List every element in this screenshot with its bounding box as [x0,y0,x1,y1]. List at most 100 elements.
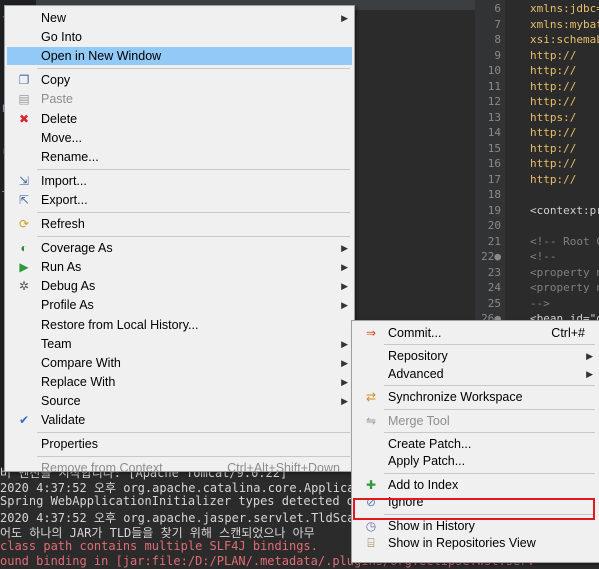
line-number: 18 [487,188,501,201]
paste-icon: ▤ [18,92,30,107]
code-line: <property n [530,281,599,294]
menu-item-label: Coverage As [41,241,113,256]
menu-item-new[interactable]: New ▶ [7,9,352,27]
menu-separator [384,408,595,410]
xml-editor[interactable]: 6 xmlns:jdbc= 7 xmlns:mybat 8 xsi:schemaL 9 ht… [475,0,599,325]
code-line: http:// [530,64,577,77]
menu-item-team[interactable]: Team ▶ [7,335,352,353]
menu-item-label: New [41,11,67,25]
submenu-arrow-icon: ▶ [341,357,348,368]
code-line: <property n [530,265,599,279]
submenu-arrow-icon: ▶ [341,281,348,292]
menu-item-label: Profile As [41,298,94,313]
menu-item-label: Show in Repositories View [388,536,536,550]
menu-item-run-as[interactable]: ▶ Run As ▶ [7,258,352,276]
line-number: 6 [494,2,501,15]
line-number: 22● [481,250,501,263]
menu-item-commit[interactable]: ⇒ Commit... Ctrl+# [354,324,597,342]
menu-item-label: Replace With [41,374,116,389]
code-line: http:// [530,95,577,108]
menu-item-label: Merge Tool [388,413,450,428]
menu-item-properties[interactable]: Properties [7,435,352,453]
menu-item-apply-patch[interactable]: Apply Patch... [354,452,597,470]
menu-item-copy[interactable]: ❐ Copy [7,71,352,89]
menu-separator [37,168,350,170]
menu-item-create-patch[interactable]: Create Patch... [354,435,597,453]
code-line: http:// [530,48,577,62]
code-line: <!-- [530,250,557,263]
menu-item-go-into[interactable]: Go Into [7,28,352,46]
copy-icon: ❐ [18,73,30,88]
menu-separator [37,68,350,70]
line-number: 15 [487,141,501,155]
menu-item-label: Synchronize Workspace [388,390,523,405]
menu-item-restore-from-local-history[interactable]: Restore from Local History... [7,316,352,334]
menu-item-label: Repository [388,349,448,364]
menu-item-label: Rename... [41,149,99,164]
menu-item-label: Validate [41,413,86,427]
menu-item-repository[interactable]: Repository ▶ [354,347,597,365]
menu-item-merge-tool[interactable]: ⇋ Merge Tool [354,412,597,430]
menu-item-validate[interactable]: ✔ Validate [7,411,352,429]
shortcut-label: Ctrl+Alt+Shift+Down [227,461,340,476]
menu-item-add-to-index[interactable]: ✚ Add to Index [354,476,597,494]
commit-icon: ⇒ [365,326,377,340]
menu-item-compare-with[interactable]: Compare With ▶ [7,354,352,372]
line-number: 10 [487,64,501,77]
menu-item-label: Source [41,393,81,408]
menu-item-label: Paste [41,92,73,107]
menu-item-label: Refresh [41,217,85,231]
code-line: https:/ [530,110,577,124]
menu-item-label: Advanced [388,366,444,381]
line-number: 16 [487,157,501,170]
menu-item-debug-as[interactable]: ✲ Debug As ▶ [7,277,352,295]
line-number: 19 [487,203,501,217]
submenu-arrow-icon: ▶ [341,395,348,406]
line-number: 21 [487,234,501,248]
code-line: http:// [530,79,577,93]
console-line: 2020 4:37:52 오후 org.apache.jasper.servle… [0,511,384,525]
menu-item-label: Commit... [388,326,442,340]
code-line: <context:pr [530,203,599,217]
menu-item-paste[interactable]: ▤ Paste [7,90,352,108]
menu-item-coverage-as[interactable]: ◐ Coverage As ▶ [7,239,352,257]
menu-item-rename[interactable]: Rename... [7,148,352,166]
menu-item-refresh[interactable]: ⟳ Refresh [7,215,352,233]
submenu-arrow-icon: ▶ [341,243,348,254]
menu-item-label: Apply Patch... [388,454,466,469]
menu-item-import[interactable]: ⇲ Import... [7,172,352,190]
console-line: 어도 하나의 JAR가 TLD들을 찾기 위해 스캔되었으나 아무 [0,526,315,540]
code-line: http:// [530,157,577,170]
menu-item-profile-as[interactable]: Profile As ▶ [7,296,352,314]
menu-item-open-in-new-window[interactable]: Open in New Window [7,47,352,66]
menu-item-advanced[interactable]: Advanced ▶ [354,365,597,383]
menu-item-source[interactable]: Source ▶ [7,392,352,410]
ignore-highlight-box [353,498,595,520]
line-number: 24 [487,281,501,294]
menu-item-label: Remove from Context [41,461,163,476]
menu-item-move[interactable]: Move... [7,129,352,147]
code-line: http:// [530,126,577,139]
menu-separator [37,432,350,434]
team-submenu: ⇒ Commit... Ctrl+# Repository ▶ Advanced ▶ ⇄ Syn… [351,320,599,563]
debug-icon: ✲ [18,279,30,294]
menu-separator [384,385,595,387]
line-number: 7 [494,17,501,31]
menu-item-export[interactable]: ⇱ Export... [7,191,352,209]
menu-item-label: Move... [41,130,82,145]
export-icon: ⇱ [18,192,30,207]
menu-item-label: Go Into [41,30,82,45]
console-line: 2020 4:37:52 오후 org.apache.catalina.core… [0,481,384,495]
menu-item-replace-with[interactable]: Replace With ▶ [7,373,352,391]
repositories-icon: ⌸ [367,536,375,550]
menu-item-remove-from-context[interactable]: Remove from Context Ctrl+Alt+Shift+Down [7,459,352,477]
console-line: Spring WebApplicationInitializer types d… [0,494,391,508]
menu-item-label: Properties [41,437,98,452]
menu-item-synchronize-workspace[interactable]: ⇄ Synchronize Workspace [354,388,597,406]
menu-item-show-in-repositories-view[interactable]: ⌸ Show in Repositories View [354,534,597,552]
menu-item-label: Create Patch... [388,437,472,451]
menu-item-delete[interactable]: ✖ Delete [7,110,352,128]
menu-item-label: Open in New Window [41,49,162,64]
history-icon: ◷ [365,518,377,533]
